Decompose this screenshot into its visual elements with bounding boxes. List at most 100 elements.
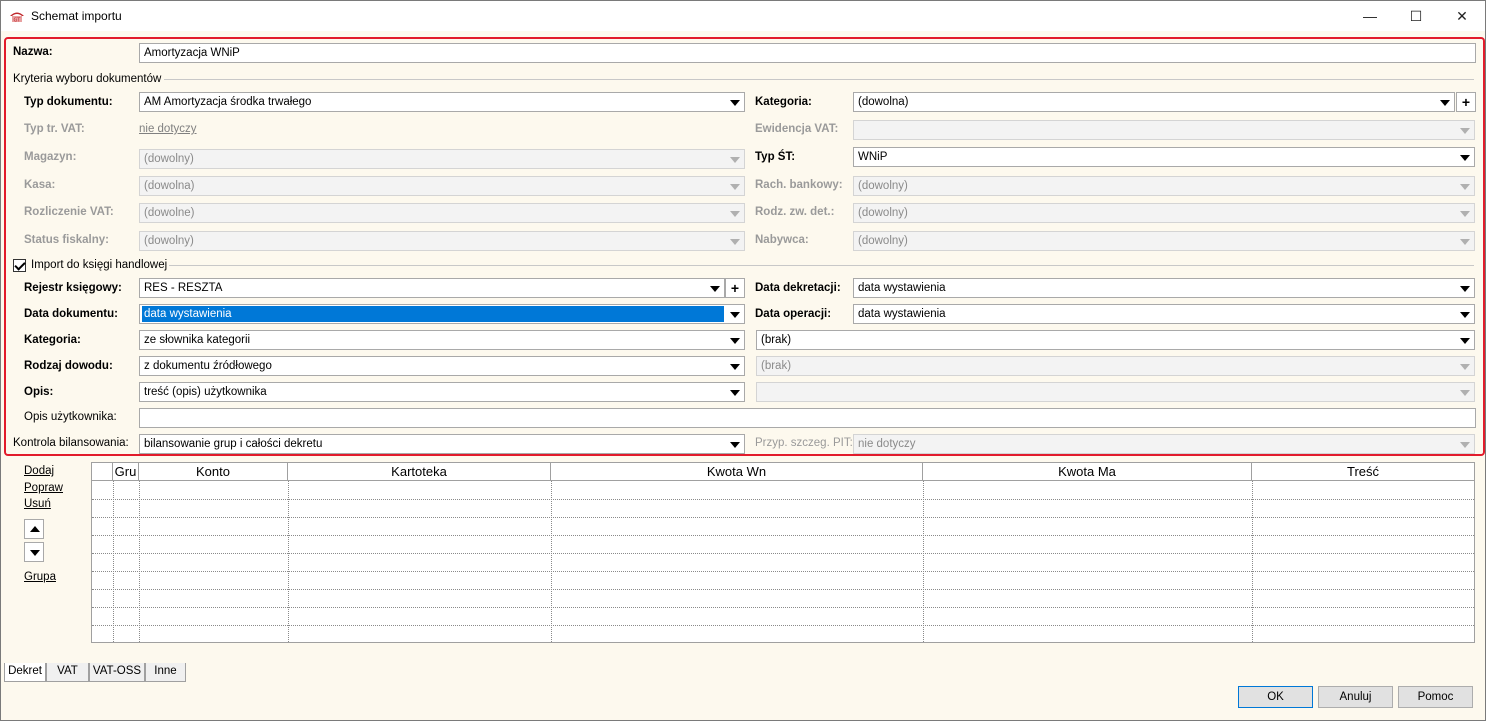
import-checkbox[interactable]	[13, 259, 26, 272]
chevron-down-icon	[1460, 364, 1470, 370]
typ-st-label: Typ ŚT:	[755, 151, 796, 163]
opis-uzytkownika-label: Opis użytkownika:	[24, 411, 117, 423]
opis-detail-select[interactable]	[756, 382, 1475, 402]
kasa-label: Kasa:	[24, 179, 56, 191]
move-up-button[interactable]	[24, 519, 44, 539]
ok-button[interactable]: OK	[1238, 686, 1313, 708]
status-fiskalny-value: (dowolny)	[144, 235, 194, 247]
import-kategoria-detail-select[interactable]: (brak)	[756, 330, 1475, 350]
grid-col-divider	[139, 481, 140, 642]
magazyn-value: (dowolny)	[144, 153, 194, 165]
dodaj-link[interactable]: Dodaj	[24, 465, 54, 477]
col-header-kwota-wn[interactable]: Kwota Wn	[551, 463, 923, 481]
grid-row-divider	[92, 535, 1474, 536]
przyp-pit-select[interactable]: nie dotyczy	[853, 434, 1475, 454]
rejestr-add-button[interactable]: +	[725, 278, 745, 298]
typ-st-value: WNiP	[858, 151, 888, 163]
rozliczenie-vat-select[interactable]: (dowolne)	[139, 203, 745, 223]
rodzaj-dowodu-select[interactable]: z dokumentu źródłowego	[139, 356, 745, 376]
chevron-down-icon	[730, 390, 740, 396]
rejestr-value: RES - RESZTA	[144, 282, 223, 294]
typ-tr-vat-label: Typ tr. VAT:	[24, 123, 85, 135]
kategoria-label: Kategoria:	[755, 96, 812, 108]
typ-dokumentu-label: Typ dokumentu:	[24, 96, 113, 108]
rodzaj-dowodu-value: z dokumentu źródłowego	[144, 360, 272, 372]
dialog-body: Nazwa: Amortyzacja WNiP Kryteria wyboru …	[1, 31, 1485, 720]
data-dekretacji-select[interactable]: data wystawienia	[853, 278, 1475, 298]
data-dokumentu-select[interactable]: data wystawienia	[139, 304, 745, 324]
rozliczenie-vat-value: (dowolne)	[144, 207, 195, 219]
dekret-grid[interactable]: Gru Konto Kartoteka Kwota Wn Kwota Ma Tr…	[91, 462, 1475, 643]
tab-vat-oss[interactable]: VAT-OSS	[89, 663, 145, 682]
typ-st-select[interactable]: WNiP	[853, 147, 1475, 167]
opis-label: Opis:	[24, 386, 54, 398]
kontrola-select[interactable]: bilansowanie grup i całości dekretu	[139, 434, 745, 454]
arrow-down-icon	[30, 550, 40, 556]
maximize-button[interactable]: ☐	[1393, 1, 1439, 31]
rodzaj-dowodu-detail-select[interactable]: (brak)	[756, 356, 1475, 376]
grid-row-divider	[92, 517, 1474, 518]
chevron-down-icon	[1460, 239, 1470, 245]
rodz-zw-det-select[interactable]: (dowolny)	[853, 203, 1475, 223]
cancel-button[interactable]: Anuluj	[1318, 686, 1393, 708]
chevron-down-icon	[1460, 211, 1470, 217]
kontrola-value: bilansowanie grup i całości dekretu	[144, 438, 323, 450]
nazwa-label: Nazwa:	[13, 46, 53, 58]
data-dokumentu-label: Data dokumentu:	[24, 308, 118, 320]
typ-dokumentu-select[interactable]: AM Amortyzacja środka trwałego	[139, 92, 745, 112]
chevron-down-icon	[730, 364, 740, 370]
minimize-button[interactable]: —	[1347, 1, 1393, 31]
data-operacji-label: Data operacji:	[755, 308, 832, 320]
kryteria-divider	[164, 79, 1474, 80]
kategoria-select[interactable]: (dowolna)	[853, 92, 1455, 112]
move-down-button[interactable]	[24, 542, 44, 562]
grid-col-divider	[551, 481, 552, 642]
chevron-down-icon	[710, 286, 720, 292]
kontrola-label: Kontrola bilansowania:	[13, 437, 129, 449]
chevron-down-icon	[1460, 128, 1470, 134]
status-fiskalny-label: Status fiskalny:	[24, 234, 109, 246]
magazyn-select[interactable]: (dowolny)	[139, 149, 745, 169]
tab-dekret[interactable]: Dekret	[4, 663, 46, 682]
kasa-select[interactable]: (dowolna)	[139, 176, 745, 196]
data-operacji-select[interactable]: data wystawienia	[853, 304, 1475, 324]
opis-select[interactable]: treść (opis) użytkownika	[139, 382, 745, 402]
opis-uzytkownika-input[interactable]	[139, 408, 1476, 428]
import-kategoria-select[interactable]: ze słownika kategorii	[139, 330, 745, 350]
usun-link[interactable]: Usuń	[24, 498, 51, 510]
chevron-down-icon	[730, 338, 740, 344]
kategoria-add-button[interactable]: +	[1456, 92, 1476, 112]
grid-col-divider	[113, 481, 114, 642]
chevron-down-icon	[1460, 286, 1470, 292]
grupa-link[interactable]: Grupa	[24, 571, 56, 583]
grid-row-divider	[92, 589, 1474, 590]
popraw-link[interactable]: Popraw	[24, 482, 63, 494]
nazwa-input[interactable]: Amortyzacja WNiP	[139, 43, 1476, 63]
grid-row-divider	[92, 625, 1474, 626]
nabywca-select[interactable]: (dowolny)	[853, 231, 1475, 251]
col-header-kwota-ma[interactable]: Kwota Ma	[923, 463, 1252, 481]
grid-row-divider	[92, 553, 1474, 554]
rozliczenie-vat-label: Rozliczenie VAT:	[24, 206, 114, 218]
typ-tr-vat-link[interactable]: nie dotyczy	[139, 123, 197, 135]
kategoria-value: (dowolna)	[858, 96, 909, 108]
col-header-tresc[interactable]: Treść	[1252, 463, 1474, 481]
tab-inne[interactable]: Inne	[145, 663, 186, 682]
tab-vat[interactable]: VAT	[46, 663, 89, 682]
help-button[interactable]: Pomoc	[1398, 686, 1473, 708]
ewidencja-vat-select[interactable]	[853, 120, 1475, 140]
col-header-gru[interactable]: Gru	[113, 463, 139, 481]
col-header-konto[interactable]: Konto	[139, 463, 288, 481]
opis-value: treść (opis) użytkownika	[144, 386, 267, 398]
nabywca-label: Nabywca:	[755, 234, 809, 246]
chevron-down-icon	[730, 100, 740, 106]
rodz-zw-det-label: Rodz. zw. det.:	[755, 206, 835, 218]
rejestr-select[interactable]: RES - RESZTA	[139, 278, 725, 298]
close-button[interactable]: ✕	[1439, 1, 1485, 31]
chevron-down-icon	[730, 442, 740, 448]
app-logo-icon: GT	[10, 12, 24, 23]
status-fiskalny-select[interactable]: (dowolny)	[139, 231, 745, 251]
col-header-kartoteka[interactable]: Kartoteka	[288, 463, 551, 481]
data-dekretacji-value: data wystawienia	[858, 282, 946, 294]
rach-bankowy-select[interactable]: (dowolny)	[853, 176, 1475, 196]
